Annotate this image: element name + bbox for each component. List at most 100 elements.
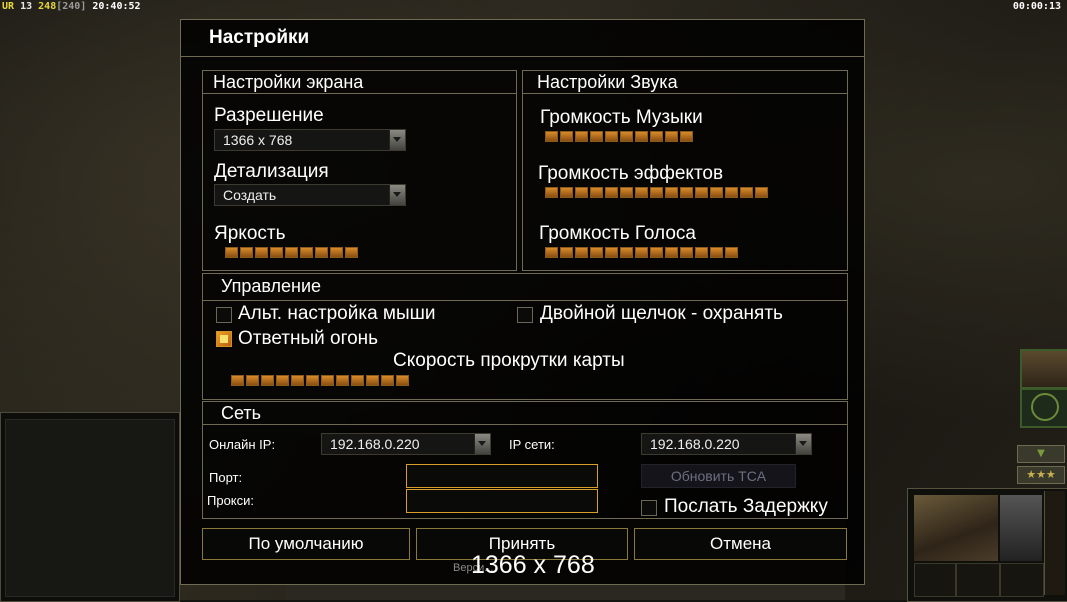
slider-segment[interactable] xyxy=(755,187,768,198)
hud-value-2: 248 xyxy=(38,1,57,12)
music-volume-slider[interactable] xyxy=(545,131,693,142)
slider-segment[interactable] xyxy=(575,131,588,142)
proxy-input[interactable] xyxy=(406,489,598,513)
slider-segment[interactable] xyxy=(285,247,298,258)
port-input[interactable] xyxy=(406,464,598,488)
slider-segment[interactable] xyxy=(725,187,738,198)
online-ip-value: 192.168.0.220 xyxy=(330,436,420,452)
voice-volume-slider[interactable] xyxy=(545,247,738,258)
slider-segment[interactable] xyxy=(620,131,633,142)
slider-segment[interactable] xyxy=(276,375,289,386)
slider-segment[interactable] xyxy=(680,131,693,142)
slider-segment[interactable] xyxy=(650,187,663,198)
slider-segment[interactable] xyxy=(291,375,304,386)
send-delay-checkbox[interactable] xyxy=(641,500,657,516)
send-delay-label: Послать Задержку xyxy=(664,496,828,517)
unit-secondary-portrait[interactable] xyxy=(1000,495,1042,561)
slider-segment[interactable] xyxy=(680,187,693,198)
slider-segment[interactable] xyxy=(261,375,274,386)
slider-segment[interactable] xyxy=(345,247,358,258)
slider-segment[interactable] xyxy=(620,247,633,258)
slider-segment[interactable] xyxy=(650,131,663,142)
rank-stars-icon[interactable]: ★★★ xyxy=(1017,466,1065,484)
unit-slot[interactable] xyxy=(956,563,1000,597)
slider-segment[interactable] xyxy=(710,247,723,258)
chevron-down-icon[interactable]: ▼ xyxy=(1017,445,1065,463)
slider-segment[interactable] xyxy=(306,375,319,386)
slider-segment[interactable] xyxy=(545,131,558,142)
slider-segment[interactable] xyxy=(635,247,648,258)
slider-segment[interactable] xyxy=(336,375,349,386)
slider-segment[interactable] xyxy=(231,375,244,386)
detail-value: Создать xyxy=(223,187,277,203)
defaults-button[interactable]: По умолчанию xyxy=(202,528,410,560)
dropdown-arrow-icon[interactable] xyxy=(389,130,405,150)
slider-segment[interactable] xyxy=(650,247,663,258)
slider-segment[interactable] xyxy=(560,247,573,258)
slider-segment[interactable] xyxy=(590,247,603,258)
update-tca-button[interactable]: Обновить TCA xyxy=(641,464,796,488)
slider-segment[interactable] xyxy=(225,247,238,258)
slider-segment[interactable] xyxy=(590,131,603,142)
scroll-speed-slider[interactable] xyxy=(231,375,409,386)
slider-segment[interactable] xyxy=(381,375,394,386)
effects-volume-label: Громкость эффектов xyxy=(538,163,724,184)
slider-segment[interactable] xyxy=(330,247,343,258)
resolution-overlay-text: 1366 x 768 xyxy=(471,551,595,579)
slider-segment[interactable] xyxy=(605,247,618,258)
resolution-dropdown[interactable]: 1366 x 768 xyxy=(214,129,406,151)
minimap-panel[interactable] xyxy=(0,412,180,602)
slider-segment[interactable] xyxy=(620,187,633,198)
slider-segment[interactable] xyxy=(590,187,603,198)
slider-segment[interactable] xyxy=(740,187,753,198)
slider-segment[interactable] xyxy=(695,187,708,198)
slider-segment[interactable] xyxy=(351,375,364,386)
brightness-label: Яркость xyxy=(214,223,286,244)
alt-mouse-checkbox[interactable] xyxy=(216,307,232,323)
slider-segment[interactable] xyxy=(366,375,379,386)
dropdown-arrow-icon[interactable] xyxy=(795,434,811,454)
slider-segment[interactable] xyxy=(240,247,253,258)
slider-segment[interactable] xyxy=(545,247,558,258)
online-ip-dropdown[interactable]: 192.168.0.220 xyxy=(321,433,491,455)
slider-segment[interactable] xyxy=(710,187,723,198)
slider-segment[interactable] xyxy=(315,247,328,258)
slider-segment[interactable] xyxy=(575,187,588,198)
unit-slot[interactable] xyxy=(914,563,956,597)
effects-volume-slider[interactable] xyxy=(545,187,768,198)
cancel-button[interactable]: Отмена xyxy=(634,528,847,560)
slider-segment[interactable] xyxy=(725,247,738,258)
slider-segment[interactable] xyxy=(321,375,334,386)
slider-segment[interactable] xyxy=(695,247,708,258)
detail-dropdown[interactable]: Создать xyxy=(214,184,406,206)
slider-segment[interactable] xyxy=(635,131,648,142)
slider-segment[interactable] xyxy=(270,247,283,258)
unit-slot[interactable] xyxy=(1000,563,1044,597)
dropdown-arrow-icon[interactable] xyxy=(389,185,405,205)
slider-segment[interactable] xyxy=(300,247,313,258)
slider-segment[interactable] xyxy=(560,187,573,198)
retaliation-checkbox[interactable] xyxy=(216,331,232,347)
slider-segment[interactable] xyxy=(396,375,409,386)
slider-segment[interactable] xyxy=(545,187,558,198)
slider-segment[interactable] xyxy=(605,187,618,198)
slider-segment[interactable] xyxy=(575,247,588,258)
slider-segment[interactable] xyxy=(665,131,678,142)
lan-ip-dropdown[interactable]: 192.168.0.220 xyxy=(641,433,812,455)
dropdown-arrow-icon[interactable] xyxy=(474,434,490,454)
general-portrait[interactable] xyxy=(1020,349,1067,389)
brightness-slider[interactable] xyxy=(225,247,358,258)
slider-segment[interactable] xyxy=(635,187,648,198)
slider-segment[interactable] xyxy=(665,247,678,258)
slider-segment[interactable] xyxy=(605,131,618,142)
slider-segment[interactable] xyxy=(665,187,678,198)
slider-segment[interactable] xyxy=(560,131,573,142)
unit-portrait[interactable] xyxy=(914,495,998,561)
online-ip-label: Онлайн IP: xyxy=(209,437,276,452)
slider-segment[interactable] xyxy=(255,247,268,258)
radar-button[interactable] xyxy=(1020,388,1067,428)
minimap[interactable] xyxy=(5,419,175,597)
slider-segment[interactable] xyxy=(680,247,693,258)
double-click-guard-checkbox[interactable] xyxy=(517,307,533,323)
slider-segment[interactable] xyxy=(246,375,259,386)
